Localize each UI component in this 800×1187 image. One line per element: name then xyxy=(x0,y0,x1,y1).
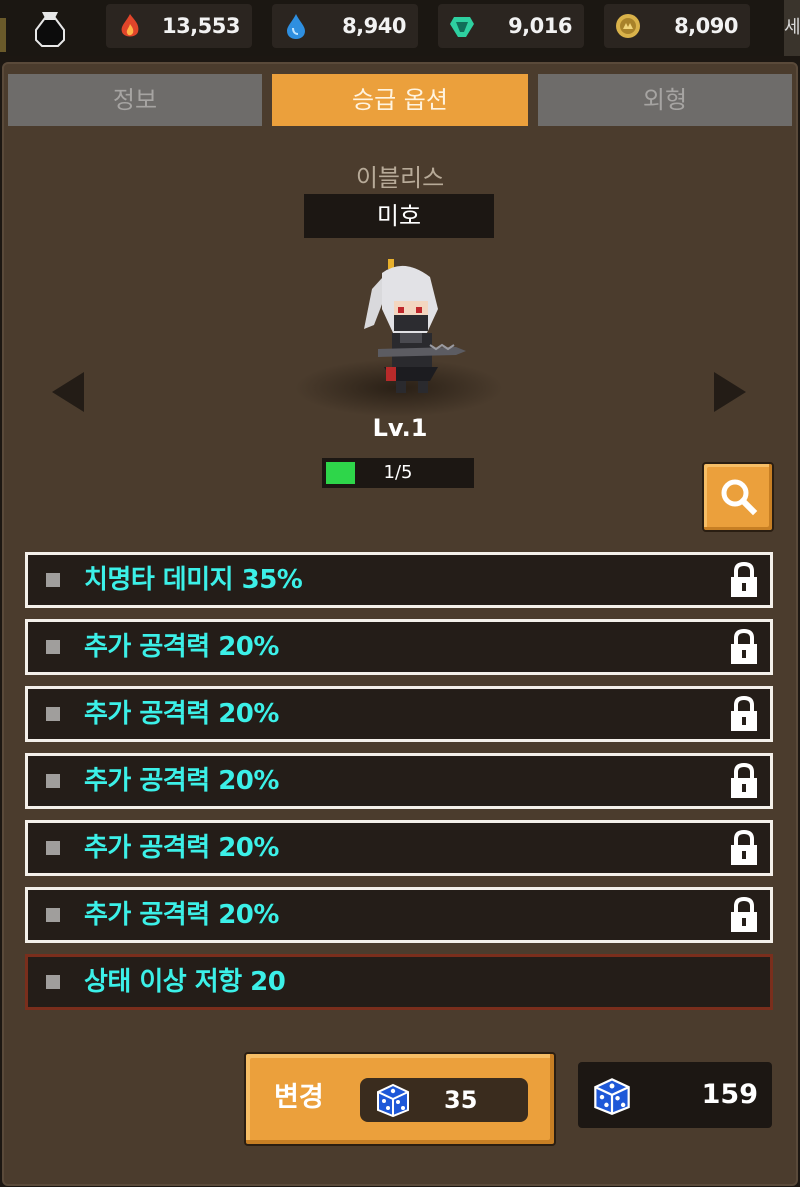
lock-icon[interactable] xyxy=(728,829,760,867)
dice-owned-count: 159 xyxy=(701,1079,758,1110)
option-label: 추가 공격력 20% xyxy=(84,632,279,662)
option-row-unlocked[interactable]: 상태 이상 저항 20 xyxy=(25,954,773,1010)
option-label: 추가 공격력 20% xyxy=(84,699,279,729)
option-label: 추가 공격력 20% xyxy=(84,766,279,796)
change-options-button[interactable]: 변경 35 xyxy=(244,1052,556,1146)
edge-decoration xyxy=(0,18,6,52)
option-row[interactable]: 치명타 데미지 35% xyxy=(25,552,773,608)
side-menu-edge[interactable]: 세 xyxy=(784,0,800,56)
gold-coin-icon xyxy=(614,12,642,40)
hero-level: Lv.1 xyxy=(372,414,428,442)
option-label: 추가 공격력 20% xyxy=(84,900,279,930)
option-label: 치명타 데미지 35% xyxy=(84,565,303,595)
magnifier-icon xyxy=(721,479,758,516)
option-label: 상태 이상 저항 20 xyxy=(84,967,286,997)
tab-info[interactable]: 정보 xyxy=(8,74,262,126)
change-label: 변경 xyxy=(274,1082,324,1113)
change-cost: 35 xyxy=(360,1078,528,1122)
currency-fire[interactable]: 13,553 xyxy=(106,4,252,48)
lock-icon[interactable] xyxy=(728,695,760,733)
prev-hero-arrow[interactable] xyxy=(52,372,84,412)
option-label: 추가 공격력 20% xyxy=(84,833,279,863)
currency-water[interactable]: 8,940 xyxy=(272,4,418,48)
hero-sprite xyxy=(334,249,474,399)
option-row[interactable]: 추가 공격력 20% xyxy=(25,887,773,943)
lock-icon[interactable] xyxy=(728,561,760,599)
dice-icon xyxy=(590,1076,634,1116)
currency-value: 9,016 xyxy=(508,14,572,38)
bullet-icon xyxy=(46,573,60,587)
progress-text: 1/5 xyxy=(383,462,413,483)
bullet-icon xyxy=(46,841,60,855)
bullet-icon xyxy=(46,774,60,788)
currency-bar: 13,553 8,940 9,016 8,090 세 xyxy=(0,0,800,56)
bullet-icon xyxy=(46,908,60,922)
lock-icon[interactable] xyxy=(728,896,760,934)
currency-green[interactable]: 9,016 xyxy=(438,4,584,48)
fire-gem-icon xyxy=(116,12,144,40)
lock-icon[interactable] xyxy=(728,628,760,666)
option-row[interactable]: 추가 공격력 20% xyxy=(25,619,773,675)
water-gem-icon xyxy=(282,12,310,40)
option-row[interactable]: 추가 공격력 20% xyxy=(25,686,773,742)
bag-icon[interactable] xyxy=(28,6,72,50)
next-hero-arrow[interactable] xyxy=(714,372,746,412)
tab-appearance[interactable]: 외형 xyxy=(538,74,792,126)
green-gem-icon xyxy=(448,12,476,40)
option-row[interactable]: 추가 공격력 20% xyxy=(25,753,773,809)
currency-gold[interactable]: 8,090 xyxy=(604,4,750,48)
currency-value: 8,090 xyxy=(674,14,738,38)
dice-inventory: 159 xyxy=(578,1062,772,1128)
bullet-icon xyxy=(46,640,60,654)
promotion-panel: 정보 승급 옵션 외형 이블리스 미호 Lv.1 1/5 치명타 데미지 35%… xyxy=(2,62,798,1186)
bullet-icon xyxy=(46,707,60,721)
promotion-progress-bar: 1/5 xyxy=(322,458,474,488)
dice-icon xyxy=(374,1082,412,1118)
bullet-icon xyxy=(46,975,60,989)
option-row[interactable]: 추가 공격력 20% xyxy=(25,820,773,876)
lock-icon[interactable] xyxy=(728,762,760,800)
hero-name: 미호 xyxy=(304,194,494,238)
currency-value: 13,553 xyxy=(161,14,241,38)
search-button[interactable] xyxy=(702,462,774,532)
currency-value: 8,940 xyxy=(342,14,406,38)
tab-promotion-options[interactable]: 승급 옵션 xyxy=(272,74,528,126)
hero-class-name: 이블리스 xyxy=(355,164,445,192)
change-cost-value: 35 xyxy=(444,1086,478,1114)
